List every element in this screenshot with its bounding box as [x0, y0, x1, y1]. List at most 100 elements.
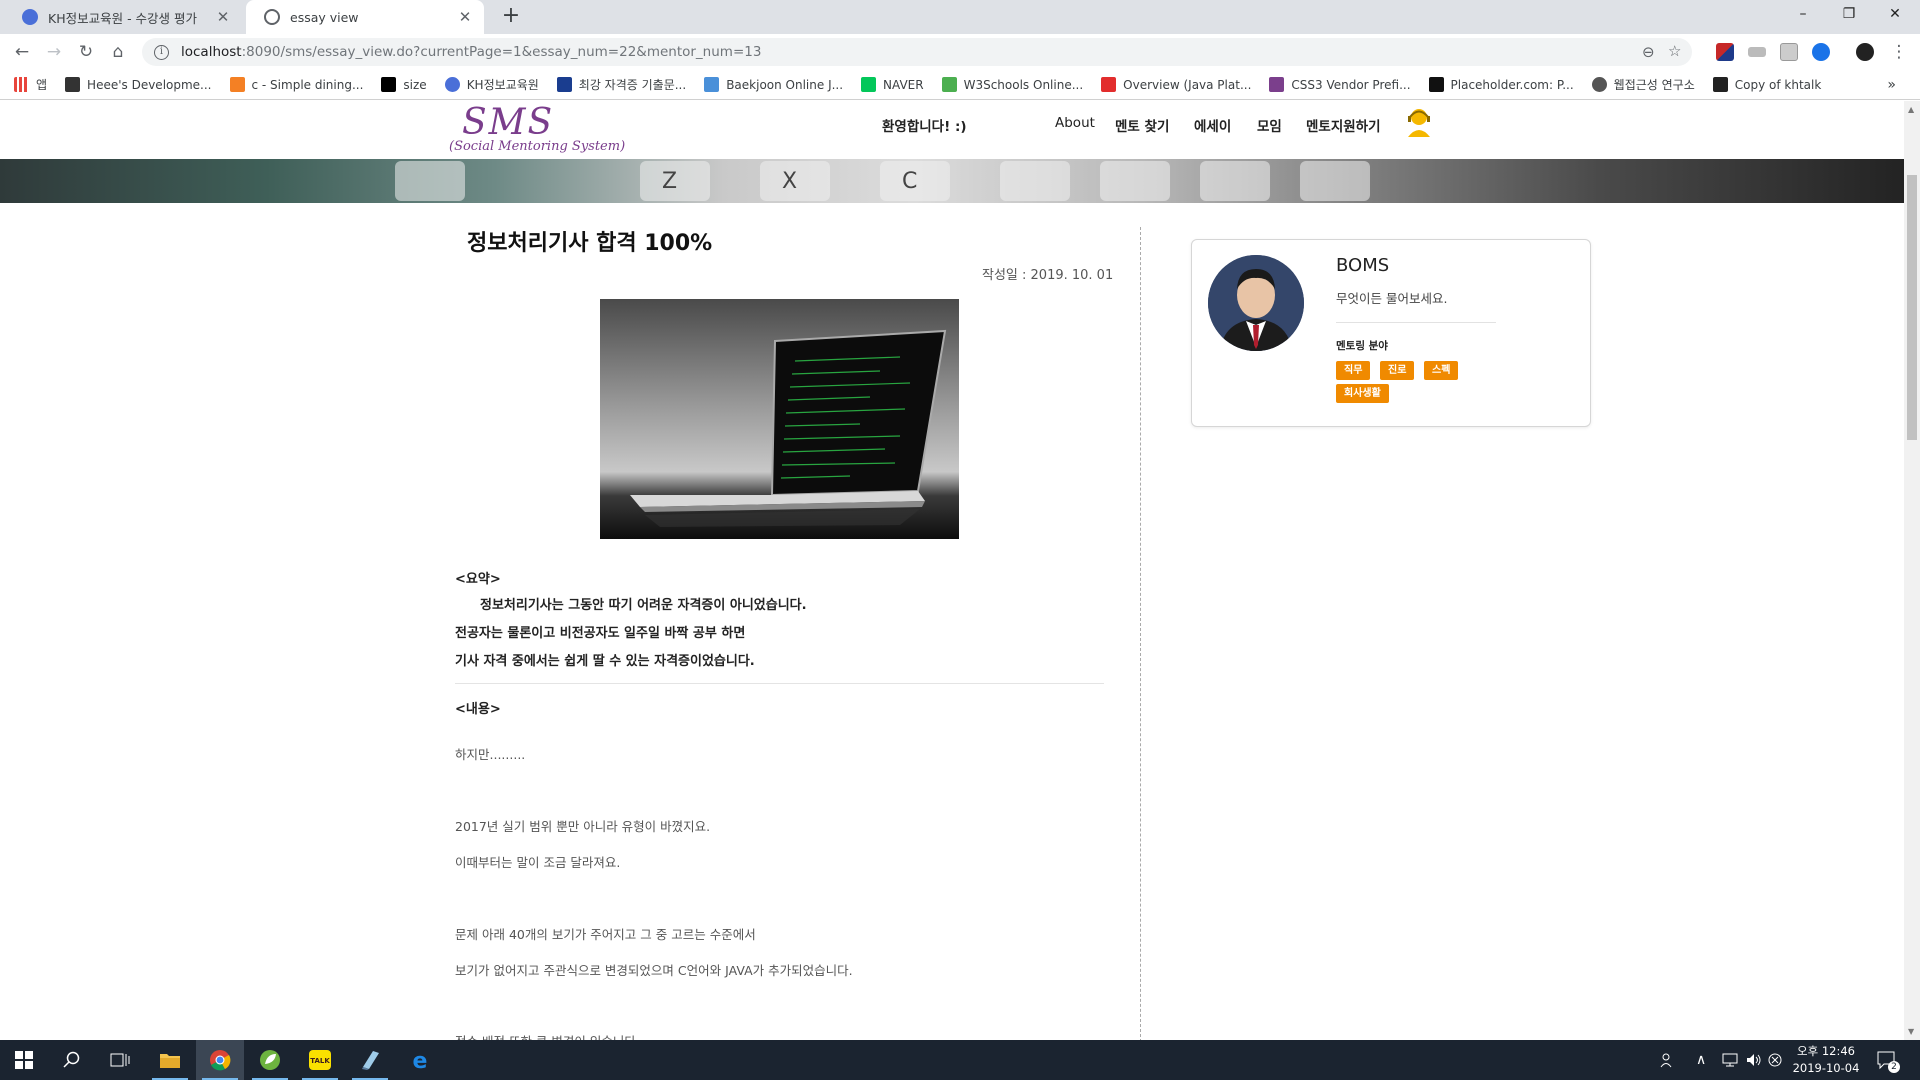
- network-icon[interactable]: [1722, 1040, 1738, 1080]
- extension-icon[interactable]: [1716, 43, 1734, 61]
- bookmark-item[interactable]: size: [381, 77, 427, 92]
- nav-essay[interactable]: 에세이: [1194, 115, 1231, 135]
- forward-button[interactable]: →: [41, 39, 67, 65]
- bookmarks-bar: 앱 Heee's Developme... c - Simple dining.…: [0, 70, 1920, 100]
- spring-tools-button[interactable]: [246, 1040, 294, 1080]
- tab-title: KH정보교육원 - 수강생 평가: [48, 10, 198, 26]
- file-explorer-button[interactable]: [146, 1040, 194, 1080]
- page-scrollbar[interactable]: ▲ ▼: [1904, 101, 1920, 1040]
- bookmark-label: size: [403, 77, 427, 92]
- bookmark-item[interactable]: c - Simple dining...: [229, 77, 363, 92]
- bookmark-label: 웹접근성 연구소: [1613, 78, 1695, 92]
- keyboard-key: [1200, 161, 1270, 201]
- svg-text:TALK: TALK: [310, 1057, 330, 1065]
- profile-icon[interactable]: [1856, 43, 1874, 61]
- scroll-up-icon[interactable]: ▲: [1908, 105, 1914, 114]
- extension-icon[interactable]: [1812, 43, 1830, 61]
- bookmark-item[interactable]: Copy of khtalk: [1712, 77, 1821, 92]
- article-date: 작성일 : 2019. 10. 01: [982, 268, 1114, 283]
- system-clock[interactable]: 오후 12:46 2019-10-04: [1786, 1043, 1866, 1077]
- tag-job[interactable]: 직무: [1336, 361, 1371, 380]
- nav-meetup[interactable]: 모임: [1257, 115, 1282, 135]
- chrome-button[interactable]: [196, 1040, 244, 1080]
- url-host: localhost: [181, 44, 242, 60]
- start-button[interactable]: [0, 1040, 48, 1080]
- bookmark-item[interactable]: KH정보교육원: [444, 76, 539, 93]
- nav-find-mentor[interactable]: 멘토 찾기: [1115, 115, 1169, 135]
- keyboard-key: C: [880, 161, 950, 201]
- bookmark-label: 최강 자격증 기출문...: [578, 78, 687, 92]
- action-center-button[interactable]: 2: [1876, 1040, 1900, 1080]
- info-icon[interactable]: i: [154, 44, 169, 60]
- bookmark-item[interactable]: CSS3 Vendor Prefi...: [1269, 77, 1411, 92]
- nav-about[interactable]: About: [1055, 115, 1095, 131]
- notification-count-badge: 2: [1888, 1061, 1900, 1073]
- bookmark-item[interactable]: NAVER: [861, 77, 924, 92]
- disconnected-icon: [1768, 1053, 1782, 1067]
- edge-button[interactable]: e: [396, 1040, 444, 1080]
- clock-date: 2019-10-04: [1792, 1061, 1860, 1075]
- extension-icon[interactable]: [1748, 47, 1766, 57]
- new-tab-button[interactable]: +: [498, 4, 524, 30]
- close-tab-icon[interactable]: ✕: [456, 8, 474, 26]
- url-path: :8090/sms/essay_view.do?currentPage=1&es…: [241, 44, 762, 60]
- bookmark-item[interactable]: Placeholder.com: P...: [1428, 77, 1574, 92]
- bookmark-item[interactable]: Overview (Java Plat...: [1101, 77, 1251, 92]
- nav-apply-mentor[interactable]: 멘토지원하기: [1306, 115, 1381, 135]
- reload-button[interactable]: ↻: [73, 39, 99, 65]
- laptop-illustration: [600, 299, 959, 539]
- people-icon[interactable]: [1660, 1040, 1676, 1080]
- mentor-card[interactable]: BOMS 무엇이든 물어보세요. 멘토링 분야 직무 진로 스펙 회사생활: [1191, 239, 1591, 427]
- zoom-icon[interactable]: ⊖: [1642, 43, 1655, 61]
- show-hidden-icons-icon[interactable]: ∧: [1696, 1040, 1706, 1080]
- menu-icon[interactable]: ⋮: [1886, 39, 1912, 65]
- home-button[interactable]: ⌂: [105, 39, 131, 65]
- kakaotalk-icon: TALK: [309, 1050, 331, 1070]
- bookmark-item[interactable]: 웹접근성 연구소: [1591, 76, 1695, 93]
- windows-logo-icon: [15, 1051, 33, 1069]
- more-bookmarks-icon[interactable]: »: [1887, 77, 1896, 93]
- site-logo[interactable]: SMS: [462, 102, 554, 143]
- bookmark-favicon-icon: [1712, 77, 1728, 92]
- volume-icon[interactable]: [1746, 1040, 1762, 1080]
- back-button[interactable]: ←: [9, 39, 35, 65]
- bookmark-label: NAVER: [883, 77, 924, 92]
- tag-spec[interactable]: 스펙: [1424, 361, 1459, 380]
- notepad-button[interactable]: [346, 1040, 394, 1080]
- search-button[interactable]: [48, 1040, 96, 1080]
- content-heading: <내용>: [455, 702, 501, 717]
- restore-button[interactable]: ❐: [1826, 0, 1872, 30]
- kakaotalk-button[interactable]: TALK: [296, 1040, 344, 1080]
- browser-toolbar: ← → ↻ ⌂ i localhost:8090/sms/essay_view.…: [0, 34, 1920, 70]
- site-header: SMS (Social Mentoring System) 환영합니다! :) …: [0, 101, 1904, 159]
- mentor-avatar-icon[interactable]: [1405, 106, 1433, 138]
- bookmark-favicon-icon: [704, 77, 720, 92]
- tag-work-life[interactable]: 회사생활: [1336, 384, 1389, 403]
- apps-grid-icon: [14, 77, 29, 92]
- bookmark-apps[interactable]: 앱: [14, 76, 47, 93]
- folder-icon: [160, 1054, 180, 1068]
- extension-icon[interactable]: [1780, 43, 1798, 61]
- bookmark-item[interactable]: Baekjoon Online J...: [704, 77, 843, 92]
- scroll-down-icon[interactable]: ▼: [1908, 1027, 1914, 1036]
- tag-career[interactable]: 진로: [1380, 361, 1415, 380]
- close-window-button[interactable]: ✕: [1872, 0, 1918, 30]
- address-bar[interactable]: i localhost:8090/sms/essay_view.do?curre…: [142, 38, 1692, 66]
- task-view-button[interactable]: [96, 1040, 144, 1080]
- close-tab-icon[interactable]: ✕: [214, 8, 232, 26]
- bookmark-item[interactable]: 최강 자격증 기출문...: [556, 76, 687, 93]
- svg-text:e: e: [413, 1049, 428, 1071]
- page-viewport: SMS (Social Mentoring System) 환영합니다! :) …: [0, 101, 1904, 1040]
- bookmark-label: KH정보교육원: [466, 78, 539, 92]
- minimize-button[interactable]: –: [1780, 0, 1826, 30]
- article-title: 정보처리기사 합격 100%: [467, 231, 713, 256]
- tab-kh-evaluation[interactable]: KH정보교육원 - 수강생 평가 ✕: [4, 0, 242, 34]
- bookmark-item[interactable]: W3Schools Online...: [941, 77, 1083, 92]
- tab-essay-view[interactable]: essay view ✕: [246, 0, 484, 34]
- ime-icon[interactable]: [1768, 1040, 1782, 1080]
- tab-title: essay view: [290, 9, 359, 25]
- scrollbar-thumb[interactable]: [1907, 175, 1917, 440]
- bookmark-star-icon[interactable]: ☆: [1668, 42, 1681, 60]
- keyboard-key: [1000, 161, 1070, 201]
- bookmark-item[interactable]: Heee's Developme...: [65, 77, 212, 92]
